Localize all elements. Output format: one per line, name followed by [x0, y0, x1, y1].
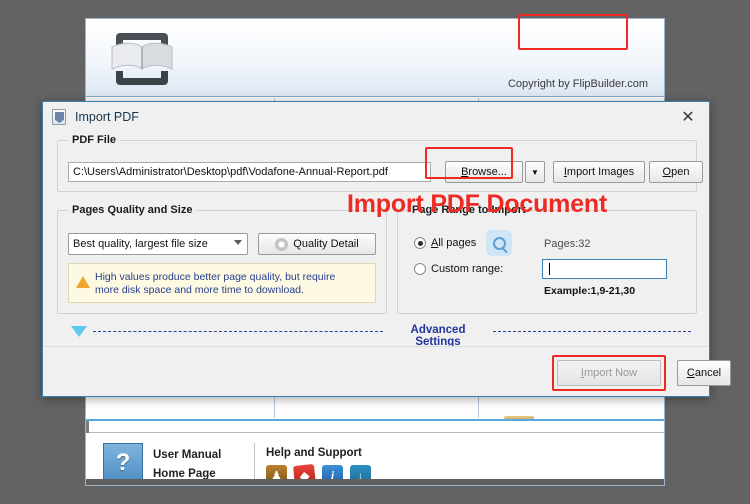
- cancel-button[interactable]: Cancel: [677, 360, 731, 386]
- radio-all-pages[interactable]: All pages: [414, 237, 476, 249]
- app-status-bar: [86, 479, 664, 485]
- radio-all-pages-label: All pages: [431, 237, 477, 249]
- panel-bottom-blue-rule: [86, 419, 664, 421]
- warning-line-2: more disk space and more time to downloa…: [95, 284, 304, 296]
- advanced-dash-left: [93, 331, 383, 332]
- open-label-rest: pen: [671, 166, 690, 178]
- app-header: Copyright by FlipBuilder.com: [86, 19, 664, 97]
- browse-button[interactable]: Browse...: [445, 161, 523, 183]
- import-now-label-rest: mport Now: [583, 367, 638, 379]
- chevron-down-icon: [234, 240, 242, 245]
- warning-triangle-icon: [76, 276, 90, 288]
- cancel-label-rest: ancel: [694, 367, 722, 379]
- copyright-text: Copyright by FlipBuilder.com: [507, 78, 648, 90]
- warning-line-1: High values produce better page quality,…: [95, 271, 336, 283]
- import-images-button[interactable]: Import Images: [553, 161, 645, 183]
- radio-custom-range-indicator: [414, 263, 426, 275]
- radio-all-pages-indicator: [414, 237, 426, 249]
- cancel-mnemonic: C: [686, 367, 695, 379]
- custom-range-example: Example:1,9-21,30: [544, 285, 636, 297]
- triangle-down-icon[interactable]: [71, 326, 87, 337]
- quality-detail-button[interactable]: Quality Detail: [258, 233, 376, 255]
- close-icon[interactable]: ✕: [675, 106, 701, 128]
- quality-warning-box: High values produce better page quality,…: [68, 263, 376, 303]
- advanced-settings-row[interactable]: Advanced Settings: [57, 322, 697, 348]
- open-button[interactable]: Open: [649, 161, 703, 183]
- help-question-icon[interactable]: ?: [103, 443, 143, 483]
- browse-mnemonic: B: [461, 166, 469, 178]
- pdf-document-icon: [52, 109, 66, 125]
- help-divider: [254, 443, 255, 481]
- magnifier-glyph: [492, 236, 506, 250]
- quality-select[interactable]: Best quality, largest file size: [68, 233, 248, 255]
- quality-selected-value: Best quality, largest file size: [73, 238, 208, 250]
- quality-detail-label: Quality Detail: [293, 238, 359, 250]
- import-pdf-dialog: Import PDF ✕ PDF File C:\Users\Administr…: [42, 101, 731, 397]
- gear-icon: [275, 237, 289, 251]
- pages-quality-group: Pages Quality and Size Best quality, lar…: [57, 204, 387, 314]
- browse-dropdown-button[interactable]: ▼: [525, 161, 545, 183]
- help-and-support-title: Help and Support: [266, 447, 362, 459]
- pdf-path-input[interactable]: C:\Users\Administrator\Desktop\pdf\Vodaf…: [68, 162, 431, 182]
- quality-warning-text: High values produce better page quality,…: [95, 271, 369, 297]
- dialog-body: PDF File C:\Users\Administrator\Desktop\…: [43, 132, 709, 348]
- advanced-settings-label[interactable]: Advanced Settings: [387, 324, 489, 348]
- text-cursor: [549, 263, 550, 275]
- user-manual-link[interactable]: User Manual: [153, 449, 221, 461]
- custom-range-input[interactable]: [542, 259, 667, 279]
- pdf-file-group-label: PDF File: [68, 134, 121, 146]
- dialog-footer: Import Now Cancel: [43, 346, 731, 396]
- import-now-button[interactable]: Import Now: [557, 360, 661, 386]
- radio-custom-range-label: Custom range:: [431, 263, 504, 275]
- radio-custom-range[interactable]: Custom range:: [414, 263, 503, 275]
- pdf-file-group: PDF File C:\Users\Administrator\Desktop\…: [57, 134, 703, 192]
- import-images-label-rest: mport Images: [566, 166, 635, 178]
- page-preview-icon[interactable]: [486, 230, 512, 256]
- dialog-title: Import PDF: [75, 110, 139, 124]
- browse-label-rest: rowse...: [468, 166, 507, 178]
- flipbuilder-book-logo: [111, 33, 173, 85]
- pages-count-label: Pages:32: [544, 238, 591, 250]
- advanced-dash-right: [493, 331, 691, 332]
- help-and-support-strip: ? User Manual Home Page Help and Support…: [86, 433, 664, 485]
- page-range-group: Page Range to Import All pages Custom ra…: [397, 204, 697, 314]
- open-mnemonic: O: [662, 166, 672, 178]
- annotation-headline: Import PDF Document: [347, 190, 608, 218]
- dialog-titlebar: Import PDF ✕: [43, 102, 709, 132]
- pages-quality-group-label: Pages Quality and Size: [68, 204, 197, 216]
